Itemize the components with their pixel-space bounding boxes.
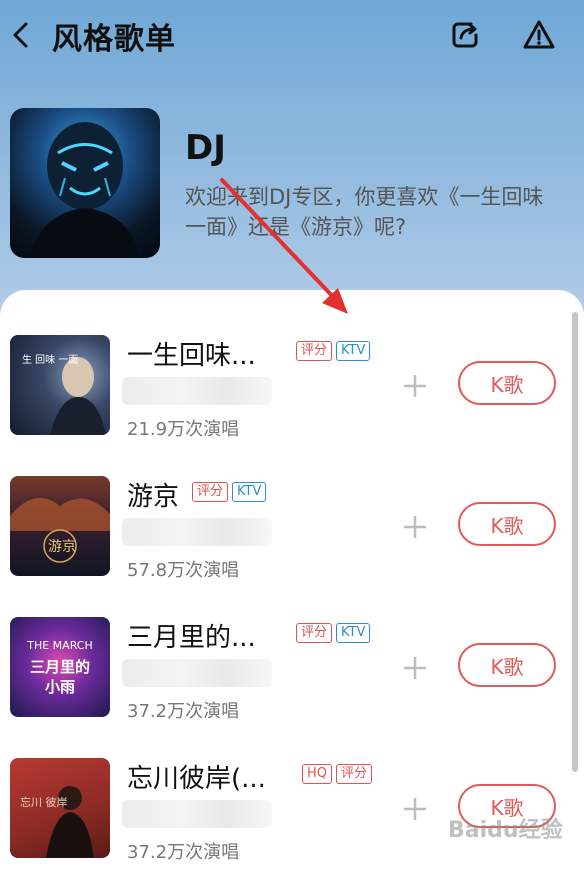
song-title: 三月里的... — [127, 623, 256, 653]
top-bar: 风格歌单 — [0, 0, 584, 70]
list-item[interactable]: THE MARCH 三月里的 小雨 三月里的... 评分 KTV 37.2万次演… — [0, 617, 570, 747]
plus-icon — [404, 657, 426, 679]
singer-name-blurred — [122, 800, 272, 828]
ktv-badge: KTV — [336, 623, 371, 643]
song-cover-image: 忘川 彼岸 — [10, 758, 110, 858]
page-title: 风格歌单 — [52, 22, 176, 57]
song-cover-text: 忘川 彼岸 — [20, 795, 68, 809]
playlist-hero: DJ 欢迎来到DJ专区，你更喜欢《一生回味一面》还是《游京》呢? — [0, 100, 584, 280]
song-badges: 评分 KTV — [296, 341, 371, 361]
song-title: 一生回味... — [127, 341, 256, 371]
add-button[interactable] — [400, 371, 430, 401]
singer-name-blurred — [122, 659, 272, 687]
sing-button[interactable]: K歌 — [458, 643, 556, 687]
rating-badge: 评分 — [192, 482, 229, 502]
svg-text:小雨: 小雨 — [45, 678, 75, 696]
song-title: 游京 — [127, 482, 180, 512]
hq-badge: HQ — [302, 764, 333, 784]
add-button[interactable] — [400, 794, 430, 824]
song-cover-image: THE MARCH 三月里的 小雨 — [10, 617, 110, 717]
playlist-description: 欢迎来到DJ专区，你更喜欢《一生回味一面》还是《游京》呢? — [185, 185, 544, 239]
plus-icon — [404, 798, 426, 820]
rating-badge: 评分 — [296, 341, 333, 361]
song-title: 忘川彼岸(... — [127, 764, 266, 794]
warning-icon — [523, 20, 555, 49]
ktv-badge: KTV — [336, 341, 371, 361]
list-item[interactable]: 游京 游京 评分 KTV 57.8万次演唱 K歌 — [0, 476, 570, 606]
singer-name-blurred — [122, 377, 272, 405]
play-count: 37.2万次演唱 — [127, 842, 240, 863]
report-button[interactable] — [522, 18, 556, 52]
add-button[interactable] — [400, 512, 430, 542]
playlist-name: DJ — [185, 128, 226, 168]
song-badges: 评分 KTV — [296, 623, 371, 643]
playlist-cover-image — [10, 108, 160, 258]
svg-text:THE MARCH: THE MARCH — [26, 639, 93, 652]
rating-badge: 评分 — [296, 623, 333, 643]
back-button[interactable] — [6, 18, 36, 52]
watermark-text: Baidu经验 — [448, 818, 563, 843]
song-cover-text: 生 回味 一面 — [22, 353, 78, 366]
song-cover-image: 游京 — [10, 476, 110, 576]
ktv-badge: KTV — [232, 482, 267, 502]
play-count: 37.2万次演唱 — [127, 701, 240, 722]
share-button[interactable] — [448, 18, 482, 52]
song-cover-text: 游京 — [48, 539, 76, 555]
play-count: 21.9万次演唱 — [127, 419, 240, 440]
sing-button[interactable]: K歌 — [458, 502, 556, 546]
add-button[interactable] — [400, 653, 430, 683]
plus-icon — [404, 516, 426, 538]
sing-button[interactable]: K歌 — [458, 361, 556, 405]
rating-badge: 评分 — [336, 764, 373, 784]
scrollbar[interactable] — [572, 312, 578, 772]
plus-icon — [404, 375, 426, 397]
play-count: 57.8万次演唱 — [127, 560, 240, 581]
song-badges: 评分 KTV — [192, 482, 267, 502]
share-icon — [452, 22, 478, 48]
svg-text:三月里的: 三月里的 — [30, 658, 90, 676]
chevron-left-icon — [13, 22, 28, 48]
song-cover-image: 生 回味 一面 — [10, 335, 110, 435]
singer-name-blurred — [122, 518, 272, 546]
song-badges: HQ 评分 — [302, 764, 373, 784]
list-item[interactable]: 生 回味 一面 一生回味... 评分 KTV 21.9万次演唱 K歌 — [0, 335, 570, 465]
